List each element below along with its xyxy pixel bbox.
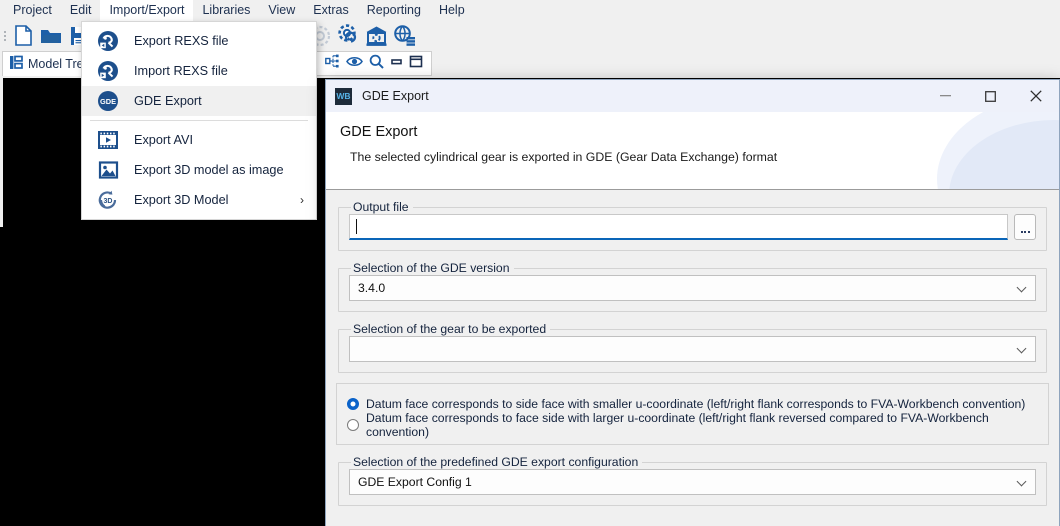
gde-export-dialog: WB GDE Export GDE Export The selected cy… bbox=[325, 79, 1060, 526]
export-config-select[interactable]: GDE Export Config 1 bbox=[349, 469, 1036, 495]
gde-version-value: 3.4.0 bbox=[358, 281, 386, 295]
image-icon bbox=[92, 155, 124, 185]
menu-item-gde-export-label: GDE Export bbox=[134, 94, 202, 108]
menu-view[interactable]: View bbox=[259, 0, 304, 21]
output-file-legend: Output file bbox=[353, 200, 409, 214]
rexs-export-icon bbox=[92, 26, 124, 56]
app-icon: WB bbox=[335, 87, 352, 105]
menu-project[interactable]: Project bbox=[4, 0, 61, 21]
radio-unselected-icon[interactable] bbox=[347, 418, 359, 431]
dialog-title: GDE Export bbox=[362, 89, 429, 103]
svg-text:GDE: GDE bbox=[100, 97, 116, 106]
dialog-heading: GDE Export bbox=[340, 124, 418, 140]
datum-face-group: Datum face corresponds to side face with… bbox=[336, 383, 1049, 445]
chevron-down-icon bbox=[1017, 344, 1027, 354]
dialog-body: Output file Selection of the GDE version… bbox=[326, 190, 1059, 516]
dialog-header: GDE Export The selected cylindrical gear… bbox=[326, 112, 1059, 190]
output-file-group: Output file bbox=[338, 200, 1047, 251]
export-config-group: Selection of the predefined GDE export c… bbox=[338, 455, 1047, 506]
menu-item-export-3d-model-label: Export 3D Model bbox=[134, 193, 229, 207]
menu-item-import-rexs-label: Import REXS file bbox=[134, 64, 228, 78]
dialog-description: The selected cylindrical gear is exporte… bbox=[350, 150, 778, 164]
open-folder-icon[interactable] bbox=[37, 23, 65, 49]
menu-import-export[interactable]: Import/Export bbox=[100, 0, 194, 21]
menu-bar: Project Edit Import/Export Libraries Vie… bbox=[0, 0, 1060, 21]
tree-icon bbox=[9, 55, 23, 73]
datum-face-option-2-label: Datum face corresponds to face side with… bbox=[366, 410, 989, 439]
gear-selection-legend: Selection of the gear to be exported bbox=[353, 322, 547, 336]
menu-item-export-avi[interactable]: Export AVI bbox=[82, 125, 316, 155]
gear-selection-group: Selection of the gear to be exported bbox=[338, 322, 1047, 373]
menu-libraries[interactable]: Libraries bbox=[193, 0, 259, 21]
new-file-icon[interactable] bbox=[9, 23, 37, 49]
menu-edit[interactable]: Edit bbox=[61, 0, 101, 21]
output-file-row bbox=[349, 214, 1036, 240]
gear-selection-select[interactable] bbox=[349, 336, 1036, 362]
3d-rotate-icon: 3D bbox=[92, 185, 124, 215]
maximize-button[interactable] bbox=[968, 80, 1013, 112]
menu-item-export-3d-image-label: Export 3D model as image bbox=[134, 163, 284, 177]
export-config-value: GDE Export Config 1 bbox=[358, 475, 472, 489]
menu-separator bbox=[90, 120, 308, 121]
menu-item-export-rexs[interactable]: Export REXS file bbox=[82, 26, 316, 56]
menu-item-gde-export[interactable]: GDE GDE Export bbox=[82, 86, 316, 116]
toolbar-grip[interactable] bbox=[2, 26, 8, 46]
menu-item-import-rexs[interactable]: Import REXS file bbox=[82, 56, 316, 86]
maximize-icon[interactable] bbox=[409, 55, 423, 73]
import-export-dropdown: Export REXS file Import REXS file GDE GD… bbox=[81, 21, 317, 220]
app-root: Project Edit Import/Export Libraries Vie… bbox=[0, 0, 1060, 526]
export-config-legend: Selection of the predefined GDE export c… bbox=[353, 455, 639, 469]
gde-version-select[interactable]: 3.4.0 bbox=[349, 275, 1036, 301]
film-icon bbox=[92, 125, 124, 155]
gde-icon: GDE bbox=[92, 86, 124, 116]
datum-face-option-2[interactable]: Datum face corresponds to face side with… bbox=[347, 411, 1038, 439]
text-caret bbox=[356, 219, 357, 234]
eye-icon[interactable] bbox=[346, 55, 363, 73]
menu-reporting[interactable]: Reporting bbox=[358, 0, 430, 21]
menu-item-export-3d-model[interactable]: 3D Export 3D Model › bbox=[82, 185, 316, 215]
menu-item-export-avi-label: Export AVI bbox=[134, 133, 194, 147]
menu-item-export-rexs-label: Export REXS file bbox=[134, 34, 229, 48]
minimize-icon[interactable] bbox=[390, 55, 403, 73]
gde-version-legend: Selection of the GDE version bbox=[353, 261, 510, 275]
menu-item-export-3d-image[interactable]: Export 3D model as image bbox=[82, 155, 316, 185]
menu-extras[interactable]: Extras bbox=[304, 0, 357, 21]
radio-selected-icon[interactable] bbox=[347, 397, 359, 410]
svg-text:3D: 3D bbox=[104, 198, 113, 205]
gear-refresh-icon[interactable] bbox=[334, 23, 362, 49]
dialog-titlebar[interactable]: WB GDE Export bbox=[326, 80, 1059, 112]
search-icon[interactable] bbox=[369, 54, 384, 74]
chevron-down-icon bbox=[1017, 283, 1027, 293]
globe-database-icon[interactable] bbox=[390, 23, 418, 49]
viewport-left-edge bbox=[0, 78, 3, 227]
browse-button[interactable] bbox=[1014, 214, 1036, 240]
chevron-down-icon bbox=[1017, 477, 1027, 487]
panel-tools bbox=[316, 51, 432, 76]
window-controls bbox=[923, 80, 1059, 112]
bank-gear-icon[interactable] bbox=[362, 23, 390, 49]
tree-structure-icon[interactable] bbox=[325, 54, 340, 74]
gde-version-group: Selection of the GDE version 3.4.0 bbox=[338, 261, 1047, 312]
chevron-right-icon: › bbox=[300, 193, 304, 207]
minimize-button[interactable] bbox=[923, 80, 968, 112]
dialog-footer: OK Cancel bbox=[326, 516, 1059, 526]
datum-face-option-1-label: Datum face corresponds to side face with… bbox=[366, 396, 1026, 411]
rexs-import-icon bbox=[92, 56, 124, 86]
menu-help[interactable]: Help bbox=[430, 0, 474, 21]
close-button[interactable] bbox=[1013, 80, 1059, 112]
output-file-input[interactable] bbox=[349, 214, 1008, 240]
